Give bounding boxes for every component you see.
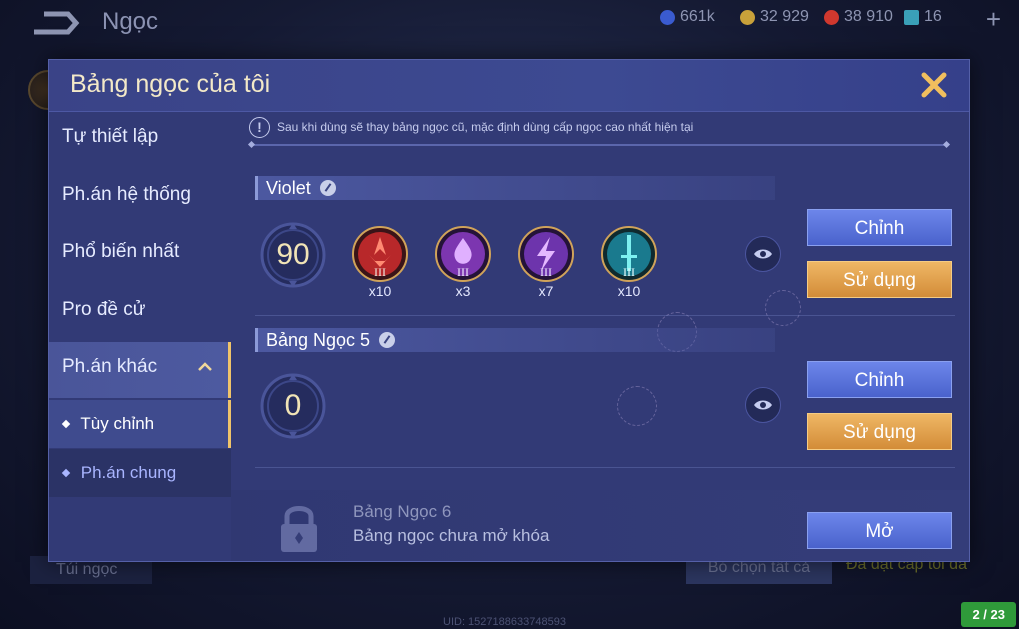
sidebar-item-custom-setup[interactable]: Tự thiết lập <box>49 112 231 168</box>
resource-value: 32 929 <box>760 8 809 25</box>
gem-tier: III <box>457 265 469 279</box>
gem-slot: III x7 <box>517 225 575 303</box>
locked-page-status: Bảng ngọc chưa mở khóa <box>353 526 550 545</box>
resource-gold: 32 929 <box>740 8 809 26</box>
sidebar-subitem-custom[interactable]: Tùy chỉnh <box>49 400 231 448</box>
unlock-button[interactable]: Mở <box>807 512 952 549</box>
edit-button[interactable]: Chỉnh <box>807 361 952 398</box>
gem-level-value: 0 <box>284 389 302 422</box>
sidebar-item-label: Phổ biến nhất <box>62 241 180 262</box>
notice: ! Sau khi dùng sẽ thay bảng ngọc cũ, mặc… <box>249 117 949 139</box>
add-resource-button[interactable]: + <box>986 4 1001 35</box>
sidebar-item-pro[interactable]: Pro đề cử <box>49 285 231 341</box>
gem-level-badge: 90 <box>258 220 328 290</box>
gem-slot: III x3 <box>434 225 492 303</box>
edit-name-icon[interactable] <box>379 332 396 349</box>
edit-button[interactable]: Chỉnh <box>807 209 952 246</box>
gem-pages-modal: Bảng ngọc của tôi Tự thiết lập Ph.án hệ … <box>48 59 970 562</box>
sidebar-item-system[interactable]: Ph.án hệ thống <box>49 170 231 226</box>
gem-tier: III <box>374 265 386 279</box>
gem-page-name: Violet <box>266 177 311 198</box>
sparkle-decoration <box>617 386 657 426</box>
bullet-icon <box>61 468 71 478</box>
sidebar: Tự thiết lập Ph.án hệ thống Phổ biến nhấ… <box>49 112 231 561</box>
notice-text: Sau khi dùng sẽ thay bảng ngọc cũ, mặc đ… <box>277 120 694 134</box>
row-divider <box>255 467 955 468</box>
use-button[interactable]: Sử dụng <box>807 413 952 450</box>
back-arrow-icon[interactable] <box>28 8 82 38</box>
sidebar-item-label: Tự thiết lập <box>62 126 159 147</box>
edit-name-icon[interactable] <box>319 180 336 197</box>
uid-label: UID: 1527188633748593 <box>443 616 566 628</box>
gem-page-header: Bảng Ngọc 5 <box>255 328 775 352</box>
blue-gem-icon <box>660 9 675 25</box>
bullet-icon <box>61 419 71 429</box>
red-shard-icon <box>824 9 839 25</box>
sidebar-subitem-label: Ph.án chung <box>80 463 177 482</box>
locked-gem-page: Bảng Ngọc 6 Bảng ngọc chưa mở khóa Mở <box>231 490 969 561</box>
gem-level-badge: 0 <box>258 371 328 441</box>
sidebar-item-label: Pro đề cử <box>62 299 146 320</box>
sidebar-subitem-common[interactable]: Ph.án chung <box>49 449 231 497</box>
resource-value: 38 910 <box>844 8 893 25</box>
sidebar-item-label: Ph.án khác <box>62 356 158 377</box>
use-button[interactable]: Sử dụng <box>807 261 952 298</box>
gem-tier: III <box>540 265 552 279</box>
sidebar-item-popular[interactable]: Phổ biến nhất <box>49 227 231 283</box>
gem-count: x10 <box>617 283 641 299</box>
top-bar: Ngọc 661k 32 929 38 910 16 + <box>0 0 1019 48</box>
info-icon: ! <box>249 117 270 138</box>
gem-level-value: 90 <box>276 238 310 271</box>
resource-value: 661k <box>680 8 715 25</box>
sparkle-decoration <box>765 290 801 326</box>
gem-slot: III x10 <box>600 225 658 303</box>
resource-tickets: 16 <box>904 8 942 26</box>
gem-count: x7 <box>538 283 554 299</box>
gem-tier: III <box>623 265 635 279</box>
resource-value: 16 <box>924 8 942 25</box>
gem-count: x3 <box>455 283 471 299</box>
gold-coin-icon <box>740 9 755 25</box>
resource-blue-gems: 661k <box>660 8 715 26</box>
lock-icon <box>281 506 317 552</box>
chevron-up-icon <box>198 362 212 371</box>
screen-title: Ngọc <box>102 8 159 35</box>
sidebar-subitem-label: Tùy chỉnh <box>80 414 155 433</box>
gem-page-header: Violet <box>255 176 775 200</box>
ticket-icon <box>904 9 919 25</box>
preview-button[interactable] <box>745 236 781 272</box>
modal-title: Bảng ngọc của tôi <box>70 70 271 98</box>
gem-slot: III x10 <box>351 225 409 303</box>
sidebar-item-other[interactable]: Ph.án khác <box>49 342 231 398</box>
preview-button[interactable] <box>745 387 781 423</box>
sidebar-item-label: Ph.án hệ thống <box>62 184 191 205</box>
close-icon[interactable] <box>917 68 951 102</box>
page-indicator: 2 / 23 <box>961 602 1016 627</box>
locked-page-name: Bảng Ngọc 6 <box>353 502 452 521</box>
modal-header: Bảng ngọc của tôi <box>49 60 969 112</box>
gem-count: x10 <box>368 283 392 299</box>
resource-red-shards: 38 910 <box>824 8 893 26</box>
gem-page-name: Bảng Ngọc 5 <box>266 329 371 350</box>
eye-icon <box>754 249 772 259</box>
row-divider <box>255 315 955 316</box>
divider <box>251 144 947 146</box>
eye-icon <box>754 400 772 410</box>
